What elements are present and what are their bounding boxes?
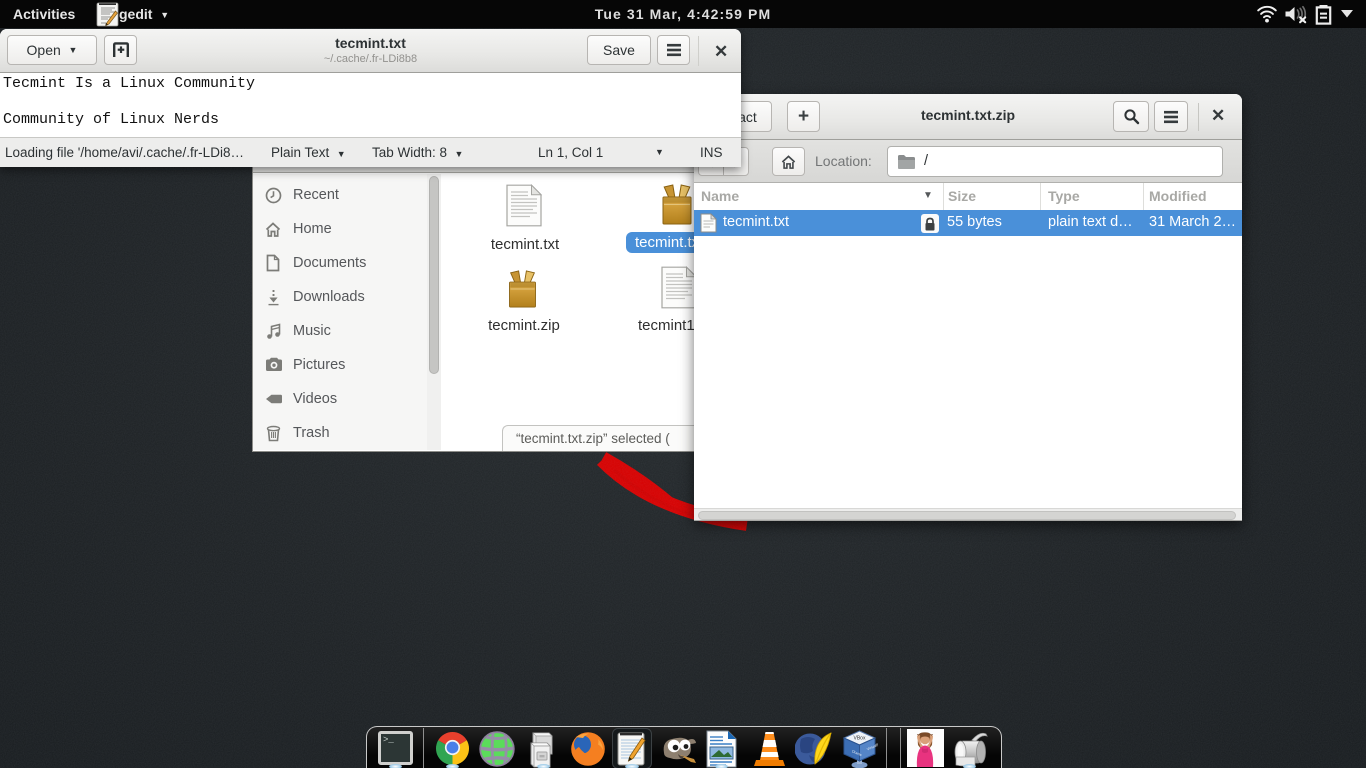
svg-text:VBox: VBox — [854, 736, 866, 742]
